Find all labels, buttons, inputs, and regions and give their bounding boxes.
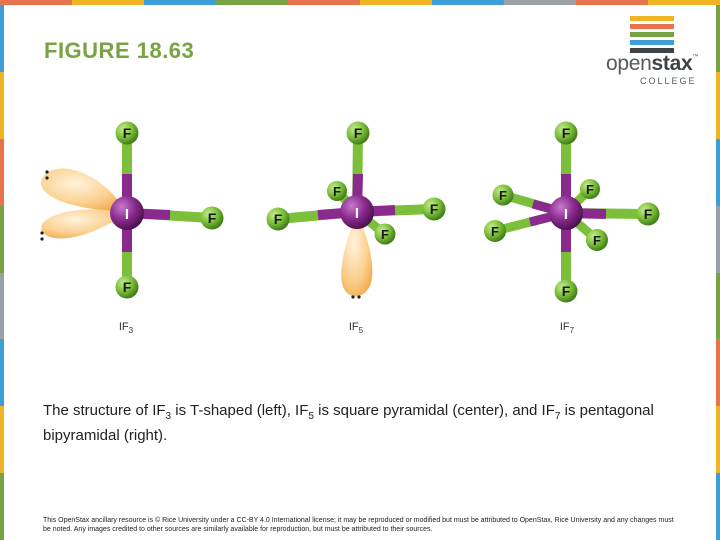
molecule-figure: F F F I IF3 F F F F I F IF5 F F F F F I … [0, 110, 720, 350]
top-color-bar [0, 0, 720, 5]
svg-text:F: F [499, 188, 507, 203]
top-bar-segment [576, 0, 648, 5]
svg-text:F: F [491, 224, 499, 239]
top-bar-segment [432, 0, 504, 5]
slide: FIGURE 18.63 openstax™ COLLEGE F F F I I… [0, 0, 720, 540]
svg-text:F: F [586, 182, 594, 197]
logo-trademark: ™ [692, 54, 699, 60]
edge-segment [716, 406, 720, 474]
edge-segment [716, 473, 720, 540]
molecule-if5: F F F F I F IF5 [266, 121, 446, 335]
logo-wordmark-bold: stax [651, 52, 693, 75]
license-footer: This OpenStax ancillary resource is © Ri… [43, 517, 674, 533]
figure-caption: The structure of IF3 is T-shaped (left),… [43, 402, 654, 444]
svg-text:F: F [274, 211, 283, 227]
top-bar-segment [72, 0, 144, 5]
logo-subtitle: COLLEGE [640, 76, 697, 86]
svg-text:I: I [355, 205, 359, 222]
openstax-logo: openstax™ COLLEGE [606, 16, 698, 86]
svg-text:I: I [564, 206, 568, 223]
logo-stripe [630, 16, 674, 21]
edge-segment [0, 473, 4, 540]
logo-wordmark-light: open [606, 52, 652, 75]
logo-stripe [630, 24, 674, 29]
svg-text:F: F [123, 279, 132, 295]
top-bar-segment [0, 0, 72, 5]
svg-text:F: F [123, 125, 132, 141]
svg-text:F: F [333, 184, 341, 199]
top-bar-segment [216, 0, 288, 5]
molecule-if3: F F F I IF3 [40, 121, 224, 335]
top-bar-segment [288, 0, 360, 5]
edge-segment [0, 5, 4, 72]
molecule-diagram: F F F I IF3 F F F F I F IF5 F F F F F I … [40, 121, 660, 335]
svg-text:F: F [208, 210, 217, 226]
logo-stripes [630, 16, 674, 56]
edge-segment [0, 406, 4, 474]
logo-stripe [630, 32, 674, 37]
svg-text:F: F [562, 283, 571, 299]
logo-wordmark: openstax™ [606, 52, 698, 76]
svg-text:F: F [593, 233, 601, 248]
molecule-label-if5: IF5 [349, 321, 364, 335]
svg-text:F: F [644, 206, 653, 222]
svg-text:F: F [562, 125, 571, 141]
molecule-label-if3: IF3 [119, 321, 134, 335]
top-bar-segment [360, 0, 432, 5]
logo-stripe [630, 40, 674, 45]
figure-title: FIGURE 18.63 [44, 38, 195, 63]
edge-segment [716, 5, 720, 72]
svg-text:F: F [381, 227, 389, 242]
molecule-if7: F F F F F I F F IF7 [484, 121, 660, 335]
top-bar-segment [144, 0, 216, 5]
svg-text:F: F [430, 201, 439, 217]
top-bar-segment [504, 0, 576, 5]
molecule-label-if7: IF7 [560, 321, 575, 335]
svg-text:F: F [354, 125, 363, 141]
svg-text:I: I [125, 206, 129, 223]
top-bar-segment [648, 0, 720, 5]
